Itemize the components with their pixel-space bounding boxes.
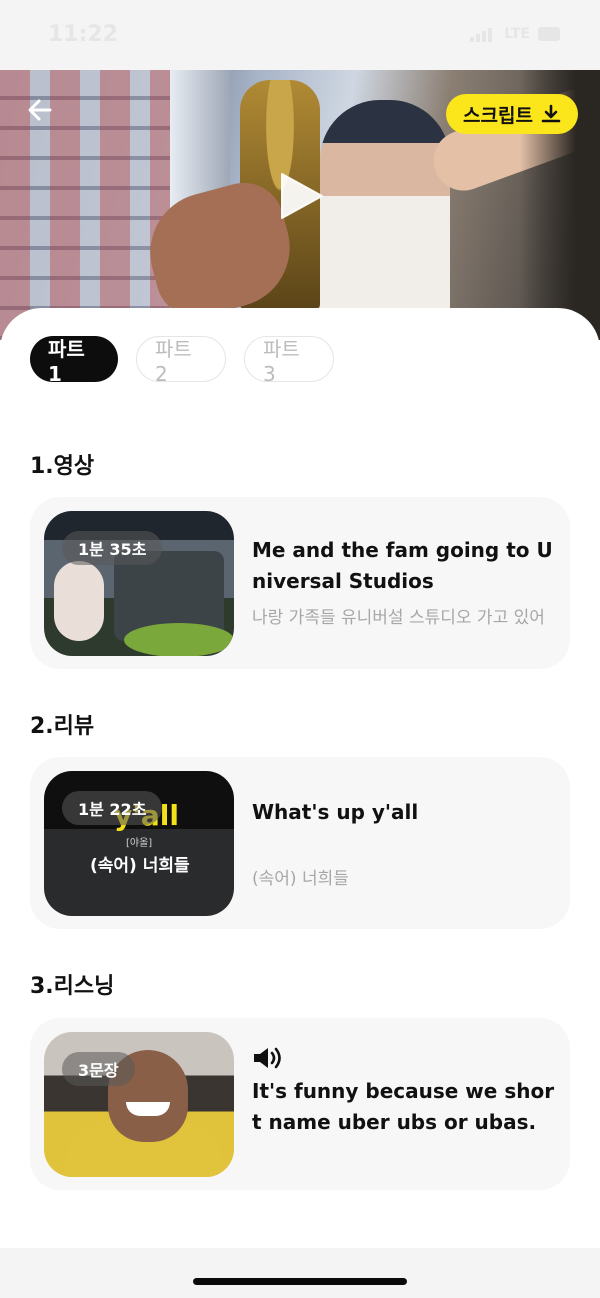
- battery-icon: [538, 27, 560, 41]
- play-icon[interactable]: [276, 172, 324, 220]
- video-subtitle: 나랑 가족들 유니버설 스튜디오 가고 있어: [252, 608, 545, 628]
- tab-part-1[interactable]: 파트 1: [30, 336, 118, 386]
- thumb-bowl: [124, 623, 234, 656]
- speaker-icon[interactable]: [252, 1046, 284, 1070]
- script-button-label: 스크립트: [463, 104, 533, 127]
- network-label: LTE: [504, 26, 530, 42]
- review-card[interactable]: y'all [야올] (속어) 너희들 1분 22초 What's up y'a…: [30, 757, 570, 929]
- part-tabs: 파트 1 파트 2 파트 3: [30, 336, 334, 386]
- listening-thumbnail: 3문장: [44, 1032, 234, 1177]
- video-title: Me and the fam going to Universal Studio…: [252, 538, 553, 593]
- listening-card[interactable]: 3문장 It's funny because we short name ube…: [30, 1018, 570, 1190]
- video-frame-person: [320, 100, 450, 340]
- section-title-video: 1.영상: [30, 454, 95, 479]
- sentence-count-badge: 3문장: [62, 1052, 135, 1086]
- duration-badge: 1분 35초: [62, 531, 163, 565]
- tab-part-2[interactable]: 파트 2: [136, 336, 226, 386]
- back-arrow-icon[interactable]: [24, 94, 56, 126]
- section-title-listening: 3.리스닝: [30, 974, 115, 999]
- thumb-person: [54, 561, 104, 641]
- signal-icon: [470, 26, 496, 42]
- review-title: What's up y'all: [252, 800, 419, 824]
- review-subtitle: (속어) 너희들: [252, 869, 349, 889]
- video-card[interactable]: 1분 35초 Me and the fam going to Universal…: [30, 497, 570, 669]
- listening-sentence: It's funny because we short name uber ub…: [252, 1079, 555, 1134]
- duration-badge: 1분 22초: [62, 791, 163, 825]
- home-indicator[interactable]: [193, 1278, 407, 1285]
- content-sheet: 파트 1 파트 2 파트 3 1.영상 1분 35초 Me and the fa…: [0, 308, 600, 1248]
- status-time: 11:22: [48, 22, 119, 47]
- script-download-button[interactable]: 스크립트: [446, 94, 578, 134]
- download-icon: [541, 104, 561, 123]
- status-indicators: LTE: [470, 26, 560, 42]
- thumb-caption-small: [야올]: [126, 838, 153, 849]
- thumb-caption-sub: (속어) 너희들: [90, 856, 190, 876]
- status-bar: 11:22 LTE: [0, 0, 600, 70]
- tab-part-3[interactable]: 파트 3: [244, 336, 334, 386]
- video-thumbnail: 1분 35초: [44, 511, 234, 656]
- review-thumbnail: y'all [야올] (속어) 너희들 1분 22초: [44, 771, 234, 916]
- home-bar-area: [0, 1248, 600, 1298]
- video-player[interactable]: 스크립트: [0, 70, 600, 340]
- section-title-review: 2.리뷰: [30, 714, 95, 739]
